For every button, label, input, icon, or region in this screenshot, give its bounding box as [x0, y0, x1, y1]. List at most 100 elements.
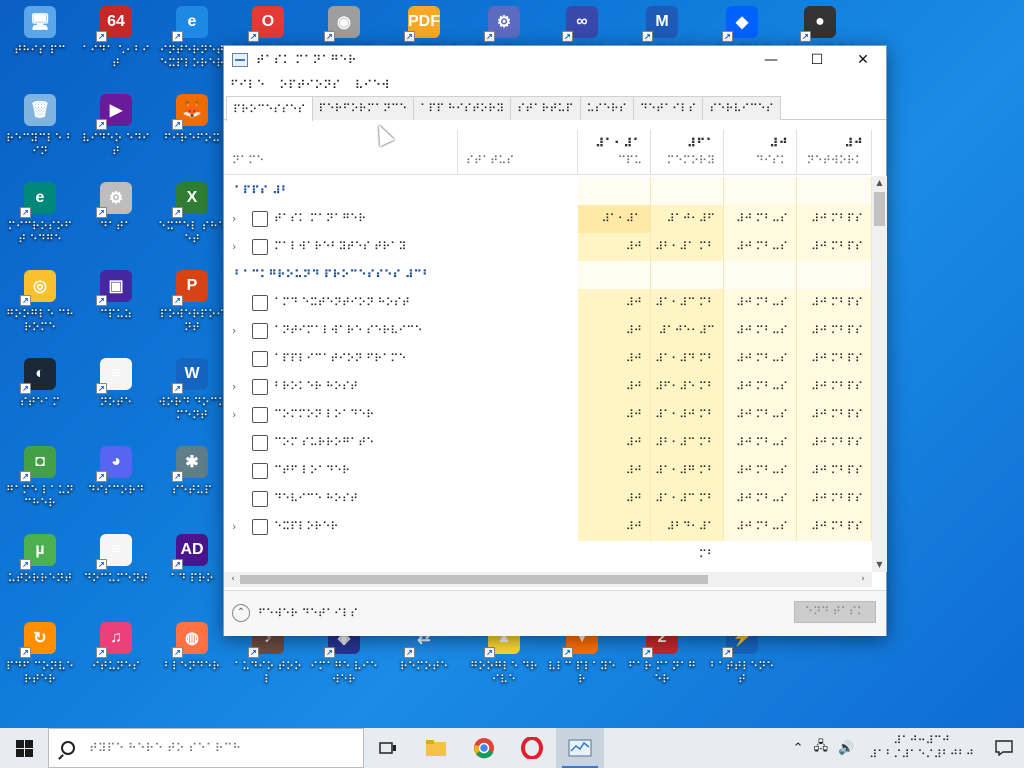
- shortcut-arrow-icon: ↗: [172, 383, 183, 394]
- expand-chevron-icon[interactable]: ›: [232, 240, 236, 253]
- shortcut-arrow-icon: ↗: [562, 647, 573, 658]
- cpu-value: ⠼⠚: [578, 485, 651, 513]
- tab-processes[interactable]: ⠏⠗⠕⠉⠑⠎⠎⠑⠎: [226, 96, 313, 121]
- column-name[interactable]: ⠝⠁⠍⠑: [224, 130, 458, 175]
- column-cpu[interactable]: ⠼⠁⠂⠼⠁ ⠉⠏⠥: [578, 130, 651, 175]
- desktop-shortcut[interactable]: AD ↗ ⠁⠙ ⠏⠗⠕: [156, 534, 228, 614]
- desktop-shortcut[interactable]: P ↗ ⠏⠕⠺⠑⠗⠏⠕⠊⠝⠞: [156, 270, 228, 350]
- chrome-taskbar-button[interactable]: [460, 728, 508, 768]
- desktop-shortcut-label: ⠞⠓⠊⠎ ⠏⠉: [14, 44, 66, 57]
- start-button[interactable]: [0, 728, 48, 768]
- scroll-down-icon[interactable]: ▼: [872, 558, 887, 572]
- table-row[interactable]: ⠼⠚ ⠼⠁⠂⠼⠚ ⠍⠃ ⠼⠚ ⠍⠃⠤⠎ ⠼⠚ ⠍⠃⠏⠎ › ⠉⠕⠍⠍⠕⠝ ⠇⠕⠁⠙⠑⠗: [224, 401, 872, 429]
- desktop-shortcut[interactable]: W ↗ ⠺⠕⠗⠙ ⠙⠕⠉⠥⠍⠑⠝⠞: [156, 358, 228, 438]
- close-button[interactable]: ✕: [840, 46, 886, 74]
- tab-app-history[interactable]: ⠁⠏⠏ ⠓⠊⠎⠞⠕⠗⠽: [413, 96, 512, 120]
- desktop-shortcut[interactable]: ◕ ↗ ⠙⠊⠎⠉⠕⠗⠙: [80, 446, 152, 526]
- desktop-shortcut[interactable]: 🗑 ⠗⠑⠉⠽⠉⠇⠑ ⠃⠊⠝: [4, 94, 76, 174]
- table-row[interactable]: ⠼⠚ ⠼⠁⠂⠼⠛ ⠍⠃ ⠼⠚ ⠍⠃⠤⠎ ⠼⠚ ⠍⠃⠏⠎ ⠉⠞⠋ ⠇⠕⠁⠙⠑⠗: [224, 457, 872, 485]
- process-icon: [252, 491, 268, 507]
- table-row[interactable]: ⠼⠁⠂⠼⠁⠼⠁⠚⠂⠼⠋ ⠍⠃⠼⠚ ⠍⠃⠤⠎⠼⠚ ⠍⠃⠏⠎ › ⠞⠁⠎⠅ ⠍⠁⠝⠁⠛⠑…: [224, 205, 872, 253]
- shortcut-arrow-icon: ↗: [172, 647, 183, 658]
- column-disk[interactable]: ⠼⠚ ⠙⠊⠎⠅: [724, 130, 797, 175]
- expand-chevron-icon[interactable]: ›: [232, 324, 236, 337]
- title-bar[interactable]: ⠞⠁⠎⠅ ⠍⠁⠝⠁⠛⠑⠗ — ☐ ✕: [224, 46, 886, 74]
- desktop-shortcut[interactable]: 64 ↗ ⠁⠊⠙⠁ ⠡⠂⠃⠊⠞: [80, 6, 152, 86]
- menu-file[interactable]: ⠋⠊⠇⠑: [230, 78, 265, 92]
- tab-performance[interactable]: ⠏⠑⠗⠋⠕⠗⠍⠁⠝⠉⠑: [311, 96, 415, 120]
- desktop-shortcut[interactable]: ↻ ↗ ⠏⠙⠋ ⠉⠕⠝⠧⠑⠗⠞⠑⠗: [4, 622, 76, 702]
- column-disk-label: ⠙⠊⠎⠅: [755, 154, 788, 167]
- desktop-shortcut[interactable]: ≡ ↗ ⠝⠕⠞⠑: [80, 358, 152, 438]
- desktop-shortcut[interactable]: ⚙ ↗ ⠙⠁⠞⠁: [80, 182, 152, 262]
- desktop-shortcut[interactable]: ♫ ↗ ⠊⠞⠥⠝⠑⠎: [80, 622, 152, 702]
- desktop-shortcut[interactable]: ◘ ↗ ⠛⠁⠍⠑ ⠇⠁⠥⠝⠉⠓⠑⠗: [4, 446, 76, 526]
- desktop-shortcut[interactable]: ✱ ↗ ⠎⠑⠞⠥⠏: [156, 446, 228, 526]
- end-task-button[interactable]: ⠑⠝⠙ ⠞⠁⠎⠅: [794, 601, 876, 623]
- desktop-shortcut[interactable]: ▶ ↗ ⠧⠊⠙⠑⠕ ⠑⠙⠊⠞: [80, 94, 152, 174]
- vertical-scroll-thumb[interactable]: [874, 192, 885, 226]
- task-view-button[interactable]: [364, 728, 412, 768]
- desktop-shortcut-label: ⠺⠕⠗⠙ ⠙⠕⠉⠥⠍⠑⠝⠞: [158, 396, 226, 422]
- network-icon[interactable]: 🖧: [814, 737, 829, 759]
- notification-center-button[interactable]: [984, 728, 1024, 768]
- expand-chevron-icon[interactable]: ›: [232, 380, 236, 393]
- vertical-scrollbar[interactable]: ▲ ▼: [872, 176, 887, 572]
- table-row[interactable]: ⠼⠚ ⠼⠃⠙⠂⠼⠁ ⠍⠃ ⠼⠚ ⠍⠃⠤⠎ ⠼⠚ ⠍⠃⠏⠎ › ⠑⠭⠏⠇⠕⠗⠑⠗: [224, 513, 872, 561]
- shortcut-arrow-icon: ↗: [172, 207, 183, 218]
- task-manager-taskbar-button[interactable]: [556, 728, 604, 768]
- desktop-shortcut[interactable]: ◍ ↗ ⠃⠇⠑⠝⠙⠑⠗: [156, 622, 228, 702]
- menu-options[interactable]: ⠕⠏⠞⠊⠕⠝⠎: [279, 78, 341, 92]
- memory-total-percent: ⠼⠋⠁: [686, 136, 715, 150]
- disk-value: ⠼⠚ ⠍⠃⠤⠎: [724, 513, 797, 541]
- desktop-shortcut[interactable]: ▣ ↗ ⠉⠏⠥⠵: [80, 270, 152, 350]
- desktop-shortcut-label: ⠑⠭⠉⠑⠇ ⠎⠓⠑⠑⠞: [158, 220, 226, 246]
- desktop-shortcut[interactable]: µ ↗ ⠥⠞⠕⠗⠗⠑⠝⠞: [4, 534, 76, 614]
- shortcut-arrow-icon: ↗: [172, 471, 183, 482]
- expand-chevron-icon[interactable]: ›: [232, 212, 236, 225]
- file-explorer-taskbar-button[interactable]: [412, 728, 460, 768]
- column-memory[interactable]: ⠼⠋⠁ ⠍⠑⠍⠕⠗⠽: [651, 130, 724, 175]
- search-box[interactable]: [48, 728, 364, 768]
- horizontal-scrollbar[interactable]: ‹ ›: [224, 572, 872, 587]
- expand-chevron-icon[interactable]: ›: [232, 408, 236, 421]
- expand-chevron-icon[interactable]: ›: [232, 520, 236, 533]
- desktop-shortcut-label: ⠁⠊⠙⠁ ⠡⠂⠃⠊⠞: [82, 44, 150, 70]
- scroll-left-icon[interactable]: ‹: [226, 572, 240, 587]
- tab-details[interactable]: ⠙⠑⠞⠁⠊⠇⠎: [632, 96, 704, 120]
- volume-icon[interactable]: 🔊: [838, 741, 854, 756]
- maximize-button[interactable]: ☐: [794, 46, 840, 74]
- table-row[interactable]: ⠼⠚ ⠼⠋⠂⠼⠑ ⠍⠃ ⠼⠚ ⠍⠃⠤⠎ ⠼⠚ ⠍⠃⠏⠎ › ⠃⠗⠕⠅⠑⠗ ⠓⠕⠎⠞: [224, 373, 872, 401]
- aida64-icon: 64 ↗: [96, 6, 132, 42]
- column-status[interactable]: ⠎⠞⠁⠞⠥⠎: [458, 130, 578, 175]
- table-row[interactable]: ⠼⠚ ⠼⠁⠂⠼⠉ ⠍⠃ ⠼⠚ ⠍⠃⠤⠎ ⠼⠚ ⠍⠃⠏⠎ ⠙⠑⠧⠊⠉⠑ ⠓⠕⠎⠞: [224, 485, 872, 513]
- horizontal-scroll-thumb[interactable]: [240, 575, 708, 584]
- column-network[interactable]: ⠼⠚ ⠝⠑⠞⠺⠕⠗⠅: [797, 130, 872, 175]
- search-input[interactable]: [89, 741, 349, 755]
- table-row[interactable]: ⠼⠚ ⠼⠃⠂⠼⠉ ⠍⠃ ⠼⠚ ⠍⠃⠤⠎ ⠼⠚ ⠍⠃⠏⠎ ⠉⠕⠍ ⠎⠥⠗⠗⠕⠛⠁⠞⠑: [224, 429, 872, 457]
- desktop-shortcut[interactable]: e ↗ ⠊⠝⠞⠑⠗⠝⠑⠞ ⠑⠭⠏⠇⠕⠗⠑⠗: [156, 6, 228, 86]
- fewer-details-button[interactable]: ⌃ ⠋⠑⠺⠑⠗ ⠙⠑⠞⠁⠊⠇⠎: [232, 604, 358, 622]
- desktop-shortcut[interactable]: 🖥 ⠞⠓⠊⠎ ⠏⠉: [4, 6, 76, 86]
- table-row[interactable]: ⠼⠚ ⠼⠃⠂⠼⠁ ⠍⠃ ⠼⠚ ⠍⠃⠤⠎ ⠼⠚ ⠍⠃⠏⠎ › ⠍⠁⠇⠺⠁⠗⠑⠃⠽⠞⠑⠎ ⠞⠗…: [224, 233, 872, 261]
- show-hidden-icons-icon[interactable]: ⌃: [793, 741, 804, 756]
- desktop-shortcut-label: ⠗⠑⠍⠕⠞⠑: [399, 660, 449, 673]
- desktop-shortcut[interactable]: 🦊 ↗ ⠋⠊⠗⠑⠋⠕⠭: [156, 94, 228, 174]
- desktop-shortcut[interactable]: ≡ ↗ ⠙⠕⠉⠥⠍⠑⠝⠞: [80, 534, 152, 614]
- minimize-button[interactable]: —: [748, 46, 794, 74]
- scroll-up-icon[interactable]: ▲: [872, 176, 887, 190]
- table-row[interactable]: ⠼⠚⠼⠁⠚⠑⠂⠼⠉ ⠍⠃⠼⠚ ⠍⠃⠤⠎⠼⠚ ⠍⠃⠏⠎ › ⠁⠝⠞⠊⠍⠁⠇⠺⠁⠗⠑ ⠎…: [224, 317, 872, 365]
- tab-services[interactable]: ⠎⠑⠗⠧⠊⠉⠑⠎: [702, 96, 781, 120]
- desktop-shortcut[interactable]: e ↗ ⠍⠊⠉⠗⠕⠎⠕⠋⠞ ⠑⠙⠛⠑: [4, 182, 76, 262]
- table-row[interactable]: ⠼⠚ ⠼⠁⠂⠼⠙ ⠍⠃ ⠼⠚ ⠍⠃⠤⠎ ⠼⠚ ⠍⠃⠏⠎ ⠁⠏⠏⠇⠊⠉⠁⠞⠊⠕⠝ ⠋⠗⠁⠍…: [224, 345, 872, 373]
- desktop-shortcut[interactable]: ◎ ↗ ⠛⠕⠕⠛⠇⠑ ⠉⠓⠗⠕⠍⠑: [4, 270, 76, 350]
- desktop-shortcut[interactable]: ◐ ↗ ⠎⠞⠑⠁⠍: [4, 358, 76, 438]
- tab-startup[interactable]: ⠎⠞⠁⠗⠞⠥⠏: [510, 96, 581, 120]
- clock[interactable]: ⠼⠁⠚⠒⠼⠉⠚ ⠼⠁⠃⠌⠼⠁⠑⠌⠼⠃⠚⠃⠚: [869, 734, 974, 762]
- opera-taskbar-button[interactable]: [508, 728, 556, 768]
- scroll-right-icon[interactable]: ›: [856, 572, 870, 587]
- tab-users[interactable]: ⠥⠎⠑⠗⠎: [579, 96, 634, 120]
- table-row[interactable]: ⠼⠚ ⠼⠁⠂⠼⠉ ⠍⠃ ⠼⠚ ⠍⠃⠤⠎ ⠼⠚ ⠍⠃⠏⠎ ⠁⠍⠙ ⠑⠭⠞⠑⠝⠞⠊⠕⠝ ⠓⠕…: [224, 289, 872, 317]
- desktop-shortcut[interactable]: X ↗ ⠑⠭⠉⠑⠇ ⠎⠓⠑⠑⠞: [156, 182, 228, 262]
- menu-view[interactable]: ⠧⠊⠑⠺: [355, 78, 390, 92]
